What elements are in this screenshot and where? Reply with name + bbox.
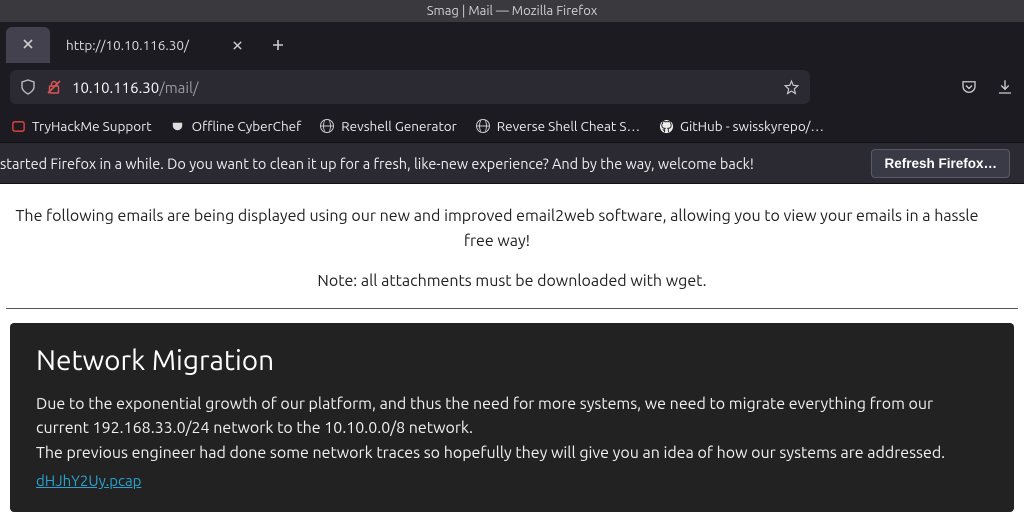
email-body-line2: The previous engineer had done some netw… <box>36 444 945 462</box>
url-path: /mail/ <box>159 79 198 96</box>
github-icon <box>658 118 674 134</box>
globe-icon <box>475 118 491 134</box>
email-body-line1: Due to the exponential growth of our pla… <box>36 395 933 438</box>
url-host: 10.10.116.30 <box>72 79 159 96</box>
nav-toolbar: 10.10.116.30/mail/ <box>0 64 1024 110</box>
bookmark-github[interactable]: GitHub - swisskyrepo/… <box>658 118 824 134</box>
tab-inactive[interactable]: http://10.10.116.30/ <box>56 27 256 63</box>
email-title: Network Migration <box>36 345 988 376</box>
tab-label: http://10.10.116.30/ <box>66 37 189 53</box>
toolbar-right <box>960 78 1014 96</box>
shield-icon[interactable] <box>20 79 36 95</box>
url-text[interactable]: 10.10.116.30/mail/ <box>72 79 773 96</box>
bookmark-label: GitHub - swisskyrepo/… <box>680 118 824 134</box>
divider <box>6 308 1018 309</box>
note-text: Note: all attachments must be downloaded… <box>4 272 1020 290</box>
favicon-cyberchef <box>170 118 186 134</box>
lock-insecure-icon[interactable] <box>46 79 62 95</box>
bookmark-star-icon[interactable] <box>783 79 800 96</box>
tab-strip: http://10.10.116.30/ <box>0 22 1024 64</box>
bookmark-reverseshellcheat[interactable]: Reverse Shell Cheat S… <box>475 118 640 134</box>
bookmark-label: Offline CyberChef <box>192 118 302 134</box>
url-bar[interactable]: 10.10.116.30/mail/ <box>10 70 810 104</box>
bookmarks-bar: TryHackMe Support Offline CyberChef Revs… <box>0 110 1024 142</box>
bookmark-tryhackme[interactable]: TryHackMe Support <box>10 118 152 134</box>
pocket-icon[interactable] <box>960 78 978 96</box>
page-content: The following emails are being displayed… <box>0 184 1024 532</box>
bookmark-label: Reverse Shell Cheat S… <box>497 118 640 134</box>
email-card: Network Migration Due to the exponential… <box>10 323 1014 512</box>
bookmark-label: TryHackMe Support <box>32 118 152 134</box>
attachment-link[interactable]: dHJhY2Uy.pcap <box>36 472 141 489</box>
favicon-thm <box>10 118 26 134</box>
globe-icon <box>319 118 335 134</box>
info-bar-message: started Firefox in a while. Do you want … <box>0 155 754 172</box>
bookmark-revshell[interactable]: Revshell Generator <box>319 118 457 134</box>
close-icon[interactable] <box>22 37 34 53</box>
info-bar: started Firefox in a while. Do you want … <box>0 142 1024 184</box>
bookmark-cyberchef[interactable]: Offline CyberChef <box>170 118 302 134</box>
intro-text: The following emails are being displayed… <box>4 198 1020 254</box>
download-icon[interactable] <box>996 78 1014 96</box>
new-tab-button[interactable] <box>262 29 294 61</box>
tab-active[interactable] <box>6 27 50 63</box>
refresh-firefox-button[interactable]: Refresh Firefox… <box>871 149 1010 178</box>
bookmark-label: Revshell Generator <box>341 118 457 134</box>
window-title: Smag | Mail — Mozilla Firefox <box>427 4 598 18</box>
window-titlebar: Smag | Mail — Mozilla Firefox <box>0 0 1024 22</box>
close-icon[interactable] <box>226 34 248 56</box>
